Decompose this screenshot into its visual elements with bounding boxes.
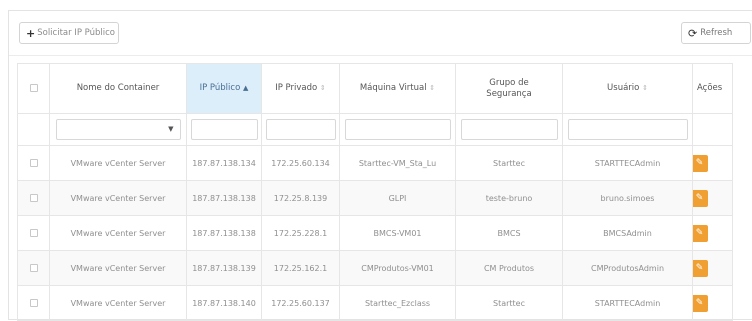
cell-ip-privado: 172.25.162.1 xyxy=(261,250,340,286)
cell-grupo: CM Produtos xyxy=(455,250,563,286)
cell-ip-privado: 172.25.228.1 xyxy=(261,215,340,251)
cell-usuario: STARTTECAdmin xyxy=(562,285,693,321)
header-ip-publico[interactable]: IP Público ▲ xyxy=(186,63,262,114)
header-label: IP Privado xyxy=(275,83,318,93)
filter-ip-privado-input[interactable] xyxy=(265,119,336,140)
cell-container: VMware vCenter Server xyxy=(49,285,187,321)
table-row: VMware vCenter Server 187.87.138.138 172… xyxy=(17,215,733,251)
wrench-icon[interactable]: ✎ xyxy=(693,224,708,242)
cell-container: VMware vCenter Server xyxy=(49,215,187,251)
ip-publico-panel: + Solicitar IP Público ⟳ Refresh Nome do… xyxy=(8,10,752,321)
sort-icon: ⇕ xyxy=(429,84,436,92)
refresh-icon: ⟳ xyxy=(688,26,698,40)
cell-grupo: teste-bruno xyxy=(455,180,563,216)
refresh-label: Refresh xyxy=(700,28,733,38)
header-grupo-seguranca[interactable]: Grupo de Segurança xyxy=(455,63,563,114)
header-label: Nome do Container xyxy=(76,83,160,93)
solicitar-ip-button[interactable]: + Solicitar IP Público xyxy=(19,22,119,44)
header-acoes: Ações xyxy=(692,63,733,114)
toolbar-divider xyxy=(9,55,752,56)
cell-ip-privado: 172.25.60.134 xyxy=(261,145,340,181)
row-checkbox[interactable] xyxy=(29,194,38,202)
select-all-checkbox-cell[interactable] xyxy=(17,63,50,114)
table-row: VMware vCenter Server 187.87.138.134 172… xyxy=(17,145,733,181)
caret-down-icon: ▼ xyxy=(168,125,174,133)
solicitar-ip-label: Solicitar IP Público xyxy=(37,28,116,38)
filter-ip-publico-input[interactable] xyxy=(190,119,258,140)
sort-icon: ⇕ xyxy=(319,84,326,92)
header-maquina-virtual[interactable]: Máquina Virtual ⇕ xyxy=(339,63,456,114)
cell-maquina-virtual: CMProdutos-VM01 xyxy=(339,250,456,286)
wrench-icon[interactable]: ✎ xyxy=(693,189,708,207)
header-label: Máquina Virtual xyxy=(359,83,427,93)
wrench-icon[interactable]: ✎ xyxy=(693,259,708,277)
cell-grupo: BMCS xyxy=(455,215,563,251)
header-usuario[interactable]: Usuário ⇕ xyxy=(562,63,693,114)
row-checkbox[interactable] xyxy=(29,299,38,307)
wrench-icon[interactable]: ✎ xyxy=(693,294,708,312)
cell-grupo: Starttec xyxy=(455,145,563,181)
cell-usuario: bruno.simoes xyxy=(562,180,693,216)
row-checkbox[interactable] xyxy=(29,229,38,237)
filter-container-select[interactable]: ▼ xyxy=(55,119,181,140)
header-ip-privado[interactable]: IP Privado ⇕ xyxy=(261,63,340,114)
row-checkbox[interactable] xyxy=(29,264,38,272)
cell-ip-publico: 187.87.138.134 xyxy=(186,145,262,181)
cell-ip-publico: 187.87.138.138 xyxy=(186,215,262,251)
cell-maquina-virtual: Starttec_Ezclass xyxy=(339,285,456,321)
row-checkbox[interactable] xyxy=(29,159,38,167)
cell-container: VMware vCenter Server xyxy=(49,145,187,181)
cell-maquina-virtual: Starttec-VM_Sta_Lu xyxy=(339,145,456,181)
table-row: VMware vCenter Server 187.87.138.138 172… xyxy=(17,180,733,216)
cell-usuario: BMCSAdmin xyxy=(562,215,693,251)
filter-grupo-input[interactable] xyxy=(460,119,558,140)
filter-row: ▼ xyxy=(17,113,733,146)
cell-container: VMware vCenter Server xyxy=(49,180,187,216)
filter-maquina-virtual-input[interactable] xyxy=(344,119,451,140)
sort-asc-icon: ▲ xyxy=(243,84,249,92)
refresh-button[interactable]: ⟳ Refresh xyxy=(681,22,751,44)
header-label: Usuário xyxy=(607,83,640,93)
cell-maquina-virtual: BMCS-VM01 xyxy=(339,215,456,251)
ip-table: Nome do Container IP Público ▲ IP Privad… xyxy=(17,63,733,321)
filter-usuario-input[interactable] xyxy=(567,119,688,140)
table-row: VMware vCenter Server 187.87.138.139 172… xyxy=(17,250,733,286)
cell-ip-publico: 187.87.138.140 xyxy=(186,285,262,321)
cell-usuario: CMProdutosAdmin xyxy=(562,250,693,286)
plus-icon: + xyxy=(26,26,36,40)
table-row: VMware vCenter Server 187.87.138.140 172… xyxy=(17,285,733,321)
header-label: Segurança xyxy=(486,88,532,99)
header-label: Grupo de xyxy=(489,77,529,88)
header-label: IP Público xyxy=(199,83,241,93)
cell-ip-privado: 172.25.60.137 xyxy=(261,285,340,321)
table-header-row: Nome do Container IP Público ▲ IP Privad… xyxy=(17,63,733,114)
header-label: Ações xyxy=(697,83,723,93)
cell-usuario: STARTTECAdmin xyxy=(562,145,693,181)
cell-ip-publico: 187.87.138.138 xyxy=(186,180,262,216)
header-nome-container[interactable]: Nome do Container xyxy=(49,63,187,114)
cell-ip-privado: 172.25.8.139 xyxy=(261,180,340,216)
cell-ip-publico: 187.87.138.139 xyxy=(186,250,262,286)
wrench-icon[interactable]: ✎ xyxy=(693,154,708,172)
select-all-checkbox[interactable] xyxy=(29,83,38,92)
cell-grupo: Starttec xyxy=(455,285,563,321)
sort-icon: ⇕ xyxy=(642,84,648,92)
cell-maquina-virtual: GLPI xyxy=(339,180,456,216)
cell-container: VMware vCenter Server xyxy=(49,250,187,286)
